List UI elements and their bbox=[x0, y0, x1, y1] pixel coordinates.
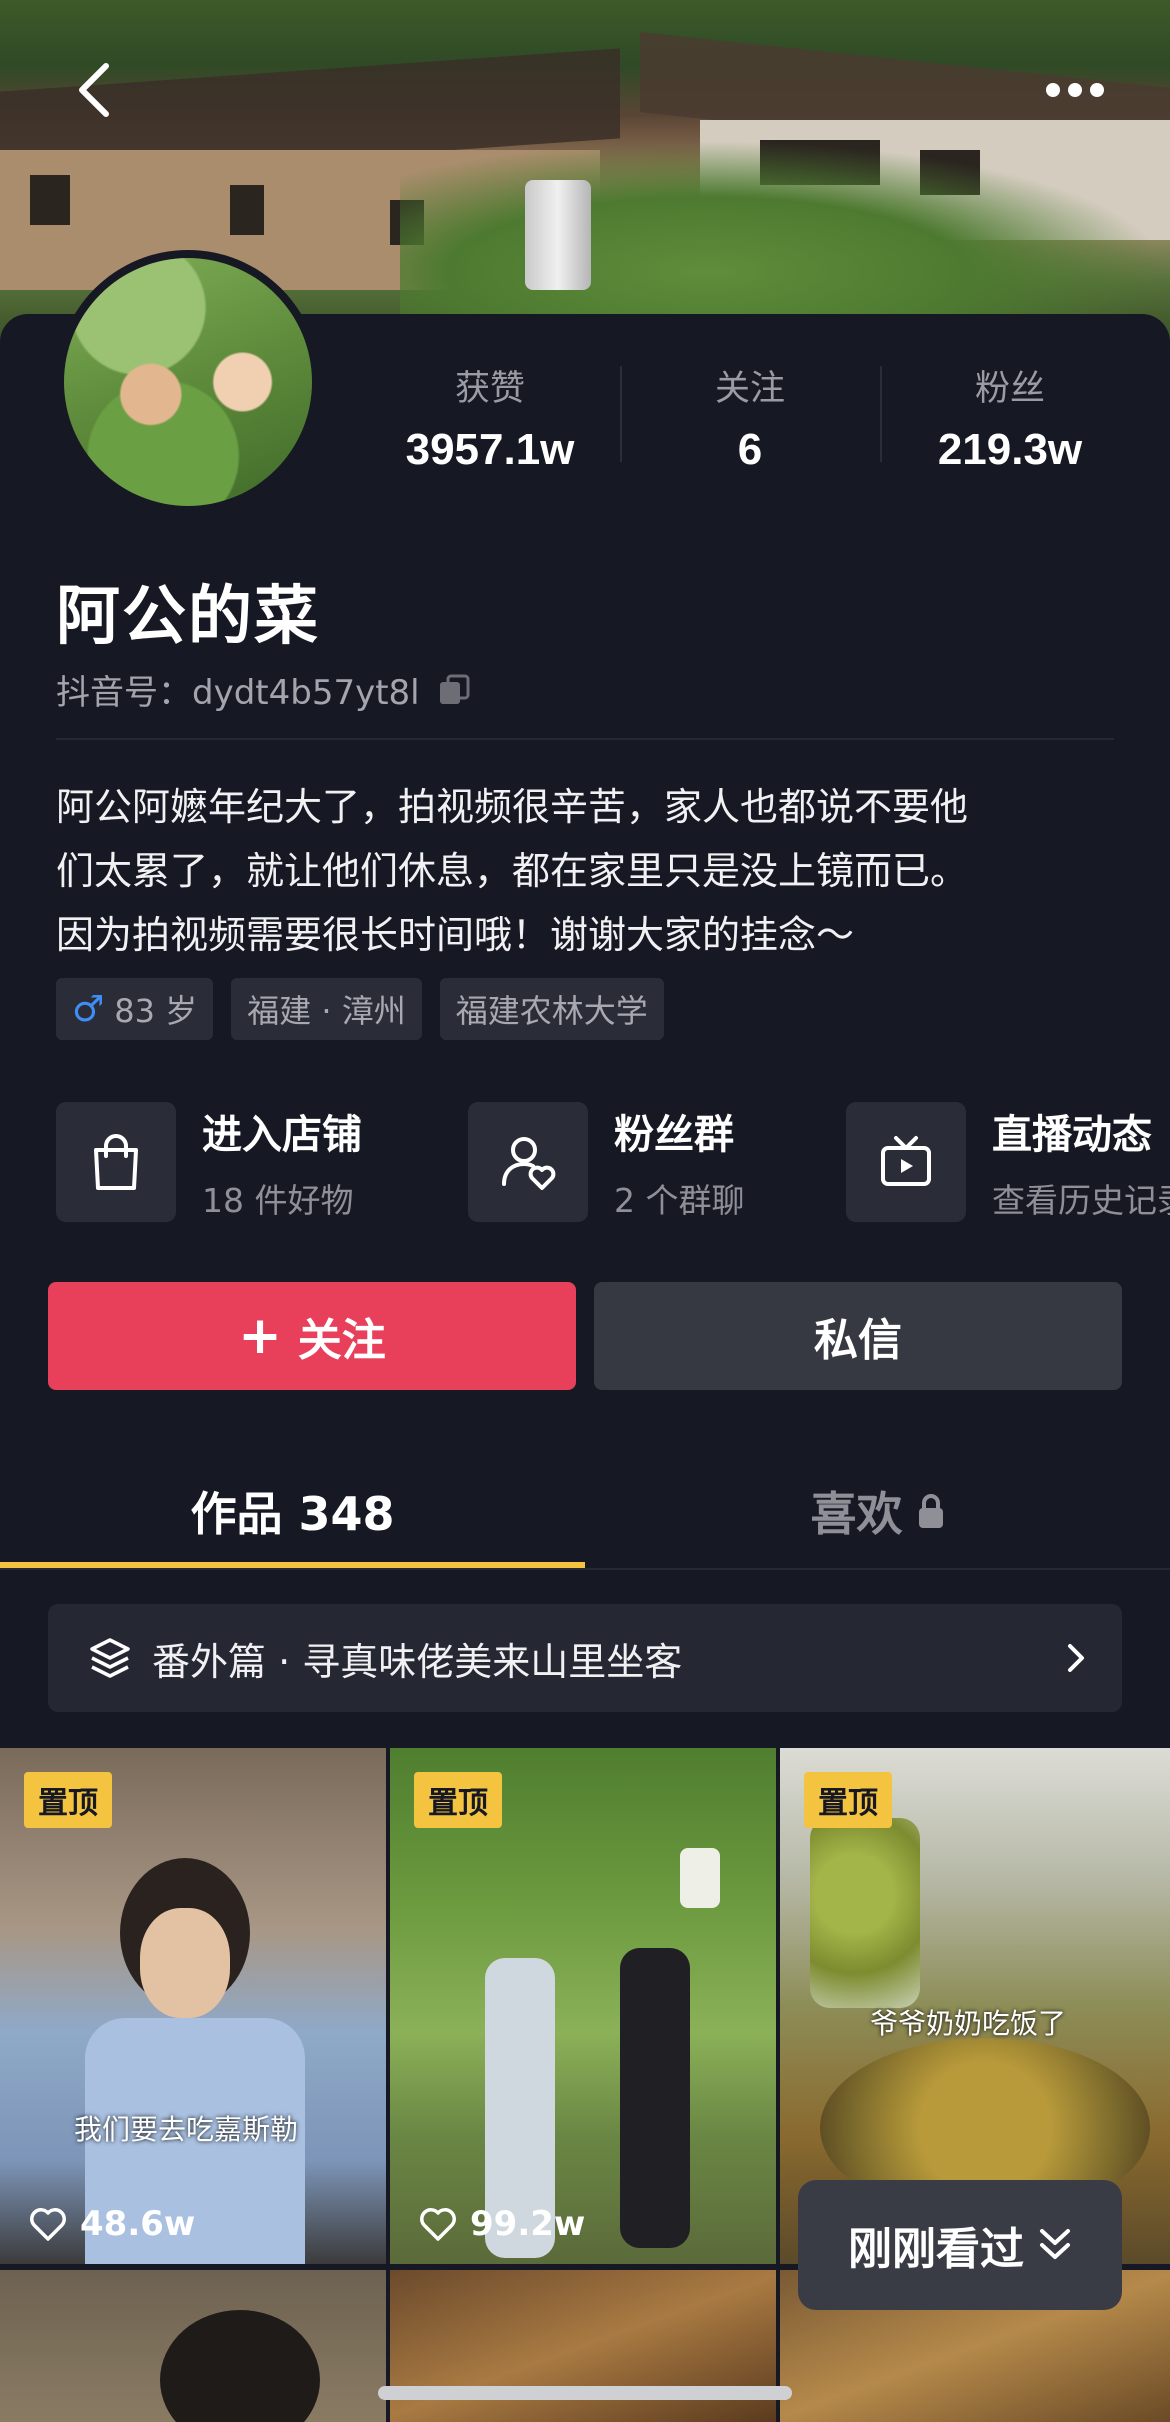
bio-line: 因为拍视频需要很长时间哦！谢谢大家的挂念～ bbox=[56, 913, 855, 957]
cover-window bbox=[230, 185, 264, 235]
fan-group-entry[interactable]: 粉丝群 2 个群聊 bbox=[468, 1102, 745, 1222]
bio-line: 们太累了，就让他们休息，都在家里只是没上镜而已。 bbox=[56, 849, 969, 893]
chevron-right-icon bbox=[1068, 1644, 1084, 1672]
feature-subtitle: 2 个群聊 bbox=[614, 1181, 745, 1220]
stat-label: 关注 bbox=[714, 369, 785, 409]
recently-viewed-button[interactable]: 刚刚看过 bbox=[798, 2180, 1122, 2310]
tv-live-icon bbox=[846, 1102, 966, 1222]
stat-likes[interactable]: 获赞 3957.1w bbox=[360, 360, 620, 480]
feature-title: 进入店铺 bbox=[202, 1112, 362, 1158]
video-grid: 置顶 我们要去吃嘉斯勒 48.6w 置顶 99.2w 置顶 爷爷奶奶吃饭了 bbox=[0, 1748, 1170, 2422]
video-likes: 99.2w bbox=[418, 2204, 585, 2244]
profile-bio: 阿公阿嬷年纪大了，拍视频很辛苦，家人也都说不要他 们太累了，就让他们休息，都在家… bbox=[56, 775, 1116, 967]
follow-button[interactable]: + 关注 bbox=[48, 1282, 576, 1390]
stat-value: 219.3w bbox=[937, 425, 1083, 474]
video-likes-count: 48.6w bbox=[80, 2204, 196, 2244]
feature-subtitle: 18 件好物 bbox=[202, 1181, 354, 1220]
stat-value: 3957.1w bbox=[405, 425, 575, 474]
stat-following[interactable]: 关注 6 bbox=[620, 360, 880, 480]
profile-features: 进入店铺 18 件好物 粉丝群 2 个群聊 直播动态 查看历史记录 bbox=[56, 1102, 1170, 1222]
pinned-badge: 置顶 bbox=[414, 1772, 502, 1828]
video-tile[interactable] bbox=[0, 2270, 386, 2422]
profile-tags: ♂ 83 岁 福建 · 漳州 福建农林大学 bbox=[56, 978, 664, 1040]
chevron-left-icon bbox=[79, 63, 109, 117]
video-thumb-figure bbox=[810, 1818, 920, 2008]
douyin-id: 抖音号：dydt4b57yt8l bbox=[56, 665, 472, 714]
collection-label: 番外篇 · 寻真味佬美来山里坐客 bbox=[152, 1639, 683, 1684]
message-button[interactable]: 私信 bbox=[594, 1282, 1122, 1390]
video-tile[interactable]: 置顶 我们要去吃嘉斯勒 48.6w bbox=[0, 1748, 386, 2264]
more-dots-icon bbox=[1046, 83, 1104, 97]
live-history-entry[interactable]: 直播动态 查看历史记录 bbox=[846, 1102, 1170, 1222]
cover-water-tank bbox=[525, 180, 591, 290]
avatar-image bbox=[64, 258, 312, 506]
tab-divider bbox=[0, 1568, 1170, 1570]
copy-icon[interactable] bbox=[436, 672, 472, 708]
home-indicator[interactable] bbox=[378, 2386, 792, 2400]
video-caption: 爷爷奶奶吃饭了 bbox=[870, 2007, 1067, 2040]
lock-icon bbox=[918, 1494, 943, 1528]
profile-name: 阿公的菜 bbox=[56, 580, 320, 654]
stat-label: 粉丝 bbox=[974, 369, 1045, 409]
video-likes-count: 99.2w bbox=[470, 2204, 586, 2244]
more-button[interactable] bbox=[1040, 62, 1110, 118]
back-button[interactable] bbox=[66, 62, 122, 118]
fan-group-icon bbox=[468, 1102, 588, 1222]
avatar[interactable] bbox=[56, 250, 320, 514]
shopping-bag-icon bbox=[56, 1102, 176, 1222]
male-icon: ♂ bbox=[72, 988, 105, 1030]
follow-label: 关注 bbox=[297, 1315, 386, 1366]
bio-line: 阿公阿嬷年纪大了，拍视频很辛苦，家人也都说不要他 bbox=[56, 785, 969, 829]
pinned-badge: 置顶 bbox=[804, 1772, 892, 1828]
feature-title: 直播动态 bbox=[992, 1112, 1152, 1158]
collection-banner[interactable]: 番外篇 · 寻真味佬美来山里坐客 bbox=[48, 1604, 1122, 1712]
tag-gender-age: ♂ 83 岁 bbox=[56, 978, 214, 1040]
profile-stats: 获赞 3957.1w 关注 6 粉丝 219.3w bbox=[360, 360, 1140, 480]
divider bbox=[56, 738, 1114, 740]
tag-location[interactable]: 福建 · 漳州 bbox=[231, 978, 422, 1040]
video-caption: 我们要去吃嘉斯勒 bbox=[74, 2113, 299, 2146]
stat-value: 6 bbox=[737, 425, 763, 474]
douyin-id-text: 抖音号：dydt4b57yt8l bbox=[56, 673, 420, 713]
video-thumb-figure bbox=[140, 1908, 230, 2018]
video-likes: 48.6w bbox=[28, 2204, 195, 2244]
layers-icon bbox=[90, 1638, 130, 1678]
tab-works[interactable]: 作品 348 bbox=[0, 1452, 585, 1570]
feature-title: 粉丝群 bbox=[614, 1112, 734, 1158]
tag-school[interactable]: 福建农林大学 bbox=[439, 978, 664, 1040]
tag-age: 83 岁 bbox=[114, 992, 198, 1030]
double-chevron-down-icon bbox=[1040, 2229, 1070, 2259]
plus-icon: + bbox=[238, 1306, 282, 1366]
heart-outline-icon bbox=[420, 2208, 456, 2241]
stat-label: 获赞 bbox=[454, 369, 525, 409]
tab-likes[interactable]: 喜欢 bbox=[585, 1452, 1170, 1570]
video-thumb-figure bbox=[160, 2310, 320, 2422]
video-tile[interactable]: 置顶 99.2w bbox=[390, 1748, 776, 2264]
stat-followers[interactable]: 粉丝 219.3w bbox=[880, 360, 1140, 480]
tab-likes-label: 喜欢 bbox=[810, 1487, 903, 1541]
profile-tabs: 作品 348 喜欢 bbox=[0, 1452, 1170, 1570]
message-label: 私信 bbox=[814, 1315, 902, 1366]
shop-entry[interactable]: 进入店铺 18 件好物 bbox=[56, 1102, 362, 1222]
pinned-badge: 置顶 bbox=[24, 1772, 112, 1828]
feature-subtitle: 查看历史记录 bbox=[992, 1181, 1170, 1220]
video-thumb-figure bbox=[620, 1948, 690, 2248]
video-thumb-figure bbox=[680, 1848, 720, 1908]
heart-outline-icon bbox=[30, 2208, 66, 2241]
cover-window bbox=[30, 175, 70, 225]
recently-viewed-label: 刚刚看过 bbox=[848, 2224, 1024, 2275]
